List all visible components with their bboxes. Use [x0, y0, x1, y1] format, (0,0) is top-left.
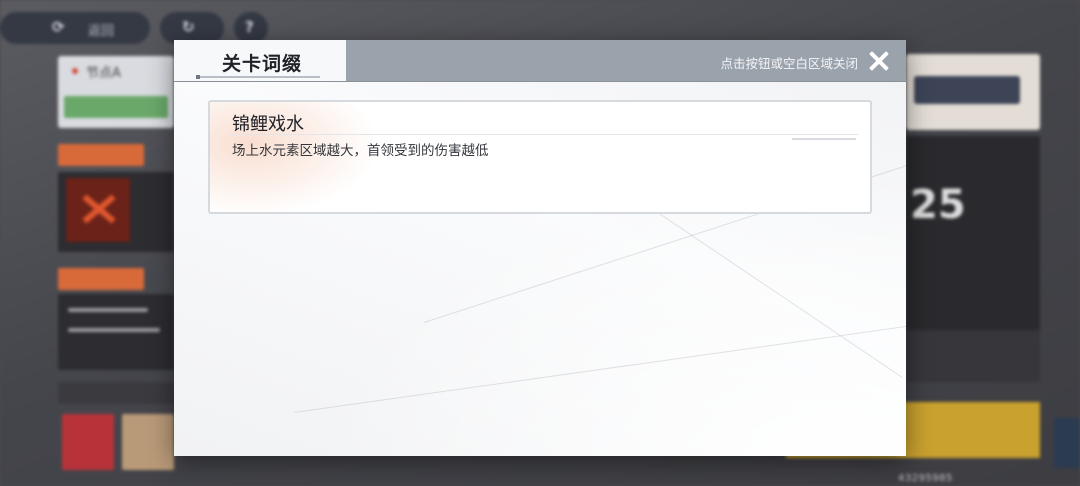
- affix-description: 场上水元素区域越大，首领受到的伤害越低: [232, 143, 489, 159]
- node-label: 节点A: [86, 66, 121, 81]
- section-tag: [58, 144, 144, 166]
- search-card: [906, 54, 1040, 130]
- affix-card: 锦鲤戏水 场上水元素区域越大，首领受到的伤害越低: [208, 100, 872, 214]
- affix-name: 锦鲤戏水: [232, 114, 304, 135]
- help-icon: ?: [245, 18, 254, 36]
- decorative-fine-print: [792, 138, 856, 140]
- crossed-hammers-icon: [66, 178, 130, 242]
- node-card[interactable]: 节点A: [58, 56, 174, 128]
- affix-divider: [230, 134, 858, 135]
- character-portrait[interactable]: [122, 414, 174, 470]
- home-label: 返回: [88, 24, 115, 39]
- tab-underline: [196, 75, 320, 79]
- home-button[interactable]: ⟳ 返回: [0, 12, 150, 44]
- right-mid-block: [906, 330, 1040, 382]
- character-portrait[interactable]: [62, 414, 114, 470]
- close-icon[interactable]: [868, 50, 890, 72]
- decorative-line: [293, 325, 906, 413]
- search-button[interactable]: [914, 76, 1020, 104]
- text-placeholder: [68, 308, 148, 312]
- refresh-icon: ↻: [182, 18, 195, 36]
- home-icon: ⟳: [52, 18, 65, 36]
- affix-modal: 关卡词缀 点击按钮或空白区域关闭 锦鲤戏水 场上水元素区域越大，首领受到的伤害越…: [174, 40, 906, 456]
- section-tag: [58, 268, 144, 290]
- modal-header: 关卡词缀 点击按钮或空白区域关闭: [174, 40, 906, 82]
- affix-preview-block[interactable]: [58, 172, 174, 252]
- level-number: 25: [910, 182, 966, 228]
- team-label-bar: [58, 382, 174, 404]
- background-left-panel: 节点A: [58, 56, 174, 476]
- node-marker-icon: [72, 68, 78, 74]
- tab-title: 关卡词缀: [222, 53, 303, 75]
- info-block: [58, 294, 174, 370]
- text-placeholder: [68, 328, 160, 332]
- node-status-bar: [64, 96, 168, 118]
- player-id: 43295985: [898, 473, 953, 484]
- tab-stage-affix[interactable]: 关卡词缀: [174, 40, 346, 82]
- background-right-panel: 25: [786, 54, 1080, 486]
- side-button[interactable]: [1054, 418, 1080, 468]
- close-hint: 点击按钮或空白区域关闭: [720, 56, 858, 71]
